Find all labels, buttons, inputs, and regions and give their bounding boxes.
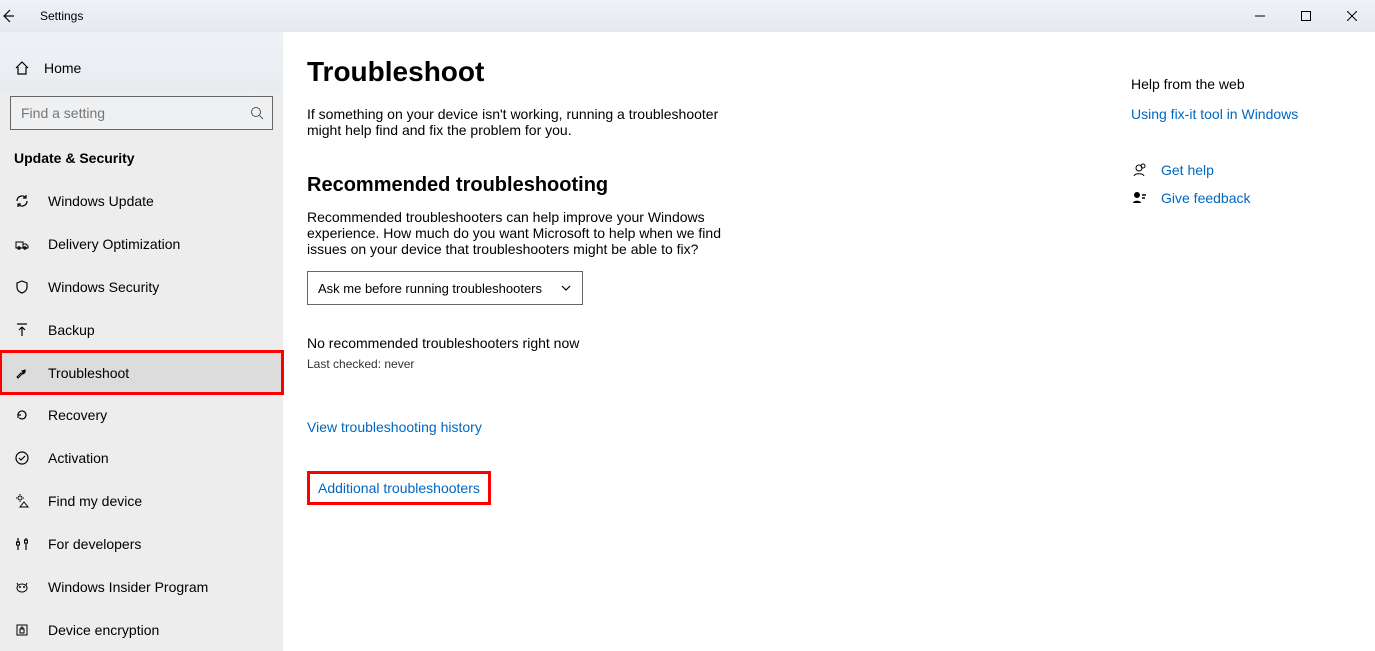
sidebar: Home Update & Security Windows Update De…: [0, 32, 283, 651]
chevron-down-icon: [560, 282, 572, 294]
sidebar-item-home[interactable]: Home: [0, 48, 283, 88]
sidebar-item-label: Troubleshoot: [48, 365, 129, 381]
sidebar-item-label: Delivery Optimization: [48, 236, 180, 252]
wrench-icon: [14, 365, 32, 381]
status-none: No recommended troubleshooters right now: [307, 335, 727, 351]
titlebar: Settings: [0, 0, 1375, 32]
sidebar-item-insider-program[interactable]: Windows Insider Program: [0, 565, 283, 608]
help-heading: Help from the web: [1131, 76, 1351, 92]
sidebar-item-label: Windows Security: [48, 279, 159, 295]
sidebar-item-recovery[interactable]: Recovery: [0, 394, 283, 437]
get-help-icon: [1131, 162, 1147, 178]
sidebar-item-label: Backup: [48, 322, 95, 338]
intro-text: If something on your device isn't workin…: [307, 106, 727, 138]
sidebar-item-label: Device encryption: [48, 622, 159, 638]
backup-icon: [14, 322, 32, 338]
recovery-icon: [14, 407, 32, 423]
search-icon: [250, 106, 264, 120]
dropdown-value: Ask me before running troubleshooters: [318, 281, 542, 296]
sidebar-item-activation[interactable]: Activation: [0, 437, 283, 480]
link-give-feedback[interactable]: Give feedback: [1161, 190, 1251, 206]
location-icon: [14, 493, 32, 509]
sidebar-item-label: Windows Update: [48, 193, 154, 209]
sidebar-item-device-encryption[interactable]: Device encryption: [0, 608, 283, 651]
check-icon: [14, 450, 32, 466]
minimize-button[interactable]: [1237, 0, 1283, 32]
feedback-icon: [1131, 190, 1147, 206]
search-input[interactable]: [10, 96, 273, 130]
close-button[interactable]: [1329, 0, 1375, 32]
search-field[interactable]: [19, 104, 250, 122]
insider-icon: [14, 579, 32, 595]
sidebar-item-label: For developers: [48, 536, 141, 552]
sidebar-item-find-my-device[interactable]: Find my device: [0, 480, 283, 523]
sidebar-item-label: Activation: [48, 450, 109, 466]
sidebar-item-for-developers[interactable]: For developers: [0, 522, 283, 565]
home-icon: [14, 60, 30, 76]
maximize-button[interactable]: [1283, 0, 1329, 32]
link-fixit-tool[interactable]: Using fix-it tool in Windows: [1131, 106, 1298, 122]
sidebar-item-windows-security[interactable]: Windows Security: [0, 266, 283, 309]
sidebar-item-label: Home: [44, 60, 81, 76]
main-content: Troubleshoot If something on your device…: [307, 56, 727, 651]
sidebar-item-backup[interactable]: Backup: [0, 308, 283, 351]
help-panel: Help from the web Using fix-it tool in W…: [1131, 56, 1351, 651]
status-last-checked: Last checked: never: [307, 357, 727, 371]
page-title: Troubleshoot: [307, 56, 727, 88]
shield-icon: [14, 279, 32, 295]
sync-icon: [14, 193, 32, 209]
recommended-description: Recommended troubleshooters can help imp…: [307, 209, 727, 257]
link-additional-troubleshooters[interactable]: Additional troubleshooters: [318, 480, 480, 496]
dev-icon: [14, 536, 32, 552]
troubleshoot-preference-dropdown[interactable]: Ask me before running troubleshooters: [307, 271, 583, 305]
sidebar-section-title: Update & Security: [0, 144, 283, 180]
sidebar-item-troubleshoot[interactable]: Troubleshoot: [0, 351, 283, 394]
sidebar-item-label: Windows Insider Program: [48, 579, 208, 595]
highlight-box: Additional troubleshooters: [307, 471, 491, 505]
sidebar-item-delivery-optimization[interactable]: Delivery Optimization: [0, 223, 283, 266]
sidebar-item-windows-update[interactable]: Windows Update: [0, 180, 283, 223]
back-button[interactable]: [0, 8, 40, 24]
section-heading-recommended: Recommended troubleshooting: [307, 174, 727, 197]
window-title: Settings: [40, 9, 83, 23]
link-view-history[interactable]: View troubleshooting history: [307, 419, 482, 435]
sidebar-item-label: Find my device: [48, 493, 142, 509]
delivery-icon: [14, 236, 32, 252]
encrypt-icon: [14, 622, 32, 638]
sidebar-item-label: Recovery: [48, 407, 107, 423]
link-get-help[interactable]: Get help: [1161, 162, 1214, 178]
